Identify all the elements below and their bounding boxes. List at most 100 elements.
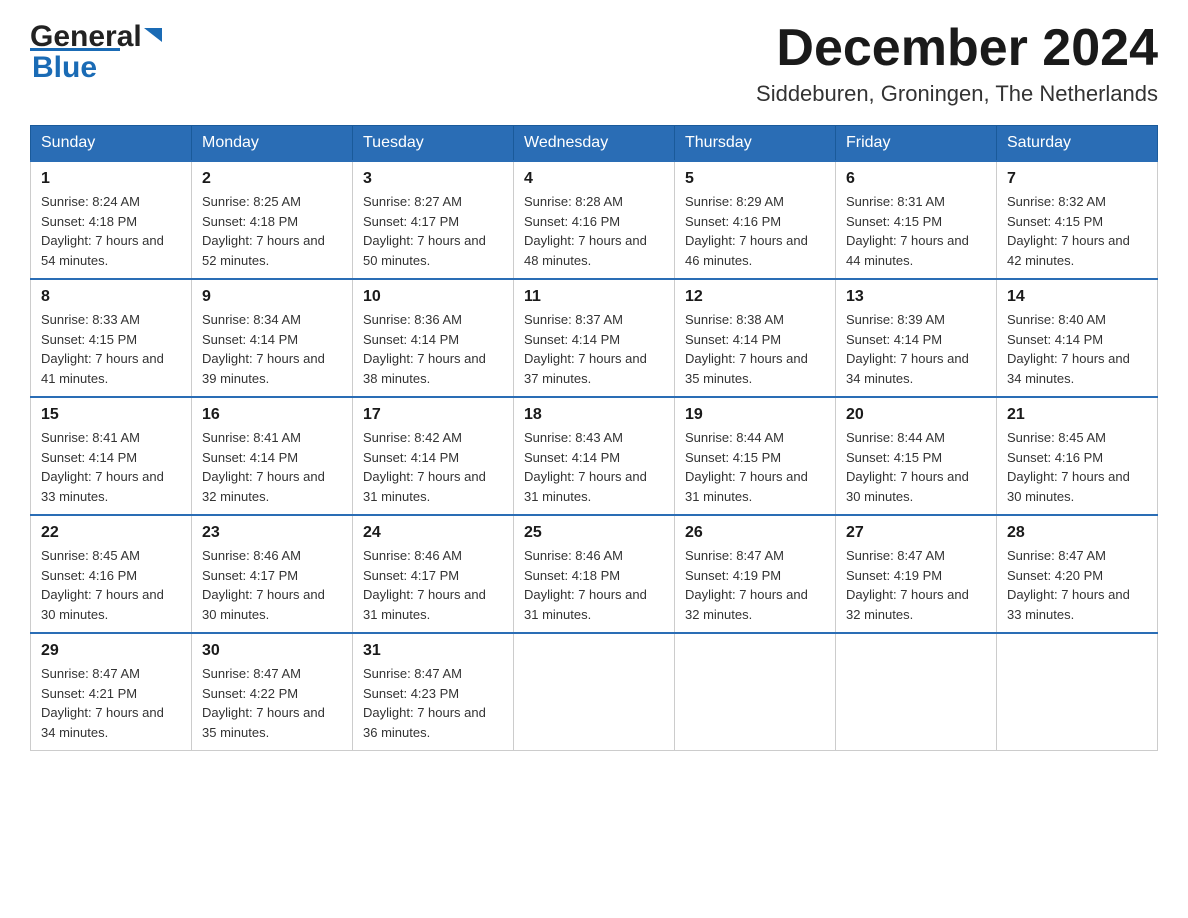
day-info: Sunrise: 8:43 AMSunset: 4:14 PMDaylight:…	[524, 428, 664, 506]
day-number: 6	[846, 170, 986, 188]
day-info: Sunrise: 8:47 AMSunset: 4:22 PMDaylight:…	[202, 664, 342, 742]
day-info: Sunrise: 8:24 AMSunset: 4:18 PMDaylight:…	[41, 192, 181, 270]
day-number: 7	[1007, 170, 1147, 188]
day-info: Sunrise: 8:47 AMSunset: 4:19 PMDaylight:…	[685, 546, 825, 624]
day-info: Sunrise: 8:47 AMSunset: 4:23 PMDaylight:…	[363, 664, 503, 742]
day-info: Sunrise: 8:47 AMSunset: 4:19 PMDaylight:…	[846, 546, 986, 624]
day-info: Sunrise: 8:47 AMSunset: 4:21 PMDaylight:…	[41, 664, 181, 742]
day-number: 24	[363, 524, 503, 542]
day-number: 1	[41, 170, 181, 188]
calendar-cell: 11 Sunrise: 8:37 AMSunset: 4:14 PMDayligh…	[514, 279, 675, 397]
day-info: Sunrise: 8:45 AMSunset: 4:16 PMDaylight:…	[41, 546, 181, 624]
day-number: 19	[685, 406, 825, 424]
day-info: Sunrise: 8:33 AMSunset: 4:15 PMDaylight:…	[41, 310, 181, 388]
day-number: 10	[363, 288, 503, 306]
calendar-cell: 18 Sunrise: 8:43 AMSunset: 4:14 PMDayligh…	[514, 397, 675, 515]
day-info: Sunrise: 8:40 AMSunset: 4:14 PMDaylight:…	[1007, 310, 1147, 388]
day-info: Sunrise: 8:42 AMSunset: 4:14 PMDaylight:…	[363, 428, 503, 506]
day-info: Sunrise: 8:31 AMSunset: 4:15 PMDaylight:…	[846, 192, 986, 270]
day-number: 15	[41, 406, 181, 424]
day-number: 22	[41, 524, 181, 542]
weekday-header-monday: Monday	[192, 126, 353, 162]
day-number: 26	[685, 524, 825, 542]
calendar-cell: 2 Sunrise: 8:25 AMSunset: 4:18 PMDaylight…	[192, 161, 353, 279]
calendar-cell: 29 Sunrise: 8:47 AMSunset: 4:21 PMDayligh…	[31, 633, 192, 751]
day-number: 16	[202, 406, 342, 424]
day-info: Sunrise: 8:41 AMSunset: 4:14 PMDaylight:…	[41, 428, 181, 506]
day-number: 3	[363, 170, 503, 188]
day-number: 25	[524, 524, 664, 542]
calendar-cell: 9 Sunrise: 8:34 AMSunset: 4:14 PMDaylight…	[192, 279, 353, 397]
weekday-header-thursday: Thursday	[675, 126, 836, 162]
day-number: 11	[524, 288, 664, 306]
day-number: 14	[1007, 288, 1147, 306]
calendar-week-row: 1 Sunrise: 8:24 AMSunset: 4:18 PMDaylight…	[31, 161, 1158, 279]
calendar-body: 1 Sunrise: 8:24 AMSunset: 4:18 PMDaylight…	[31, 161, 1158, 751]
day-number: 13	[846, 288, 986, 306]
calendar-cell: 23 Sunrise: 8:46 AMSunset: 4:17 PMDayligh…	[192, 515, 353, 633]
calendar-cell	[997, 633, 1158, 751]
calendar-cell	[514, 633, 675, 751]
calendar-cell: 7 Sunrise: 8:32 AMSunset: 4:15 PMDaylight…	[997, 161, 1158, 279]
month-title: December 2024	[756, 20, 1158, 77]
calendar-cell	[675, 633, 836, 751]
logo: General Blue	[30, 20, 164, 85]
location-subtitle: Siddeburen, Groningen, The Netherlands	[756, 81, 1158, 107]
title-area: December 2024 Siddeburen, Groningen, The…	[756, 20, 1158, 107]
day-number: 17	[363, 406, 503, 424]
day-info: Sunrise: 8:47 AMSunset: 4:20 PMDaylight:…	[1007, 546, 1147, 624]
calendar-cell: 22 Sunrise: 8:45 AMSunset: 4:16 PMDayligh…	[31, 515, 192, 633]
day-number: 8	[41, 288, 181, 306]
day-info: Sunrise: 8:44 AMSunset: 4:15 PMDaylight:…	[846, 428, 986, 506]
weekday-header-friday: Friday	[836, 126, 997, 162]
day-number: 12	[685, 288, 825, 306]
day-number: 2	[202, 170, 342, 188]
calendar-cell: 25 Sunrise: 8:46 AMSunset: 4:18 PMDayligh…	[514, 515, 675, 633]
calendar-cell: 6 Sunrise: 8:31 AMSunset: 4:15 PMDaylight…	[836, 161, 997, 279]
calendar-cell: 17 Sunrise: 8:42 AMSunset: 4:14 PMDayligh…	[353, 397, 514, 515]
day-number: 21	[1007, 406, 1147, 424]
day-number: 29	[41, 642, 181, 660]
calendar-cell: 1 Sunrise: 8:24 AMSunset: 4:18 PMDaylight…	[31, 161, 192, 279]
day-number: 31	[363, 642, 503, 660]
weekday-header-tuesday: Tuesday	[353, 126, 514, 162]
calendar-week-row: 15 Sunrise: 8:41 AMSunset: 4:14 PMDayligh…	[31, 397, 1158, 515]
day-info: Sunrise: 8:25 AMSunset: 4:18 PMDaylight:…	[202, 192, 342, 270]
day-info: Sunrise: 8:39 AMSunset: 4:14 PMDaylight:…	[846, 310, 986, 388]
calendar-cell: 31 Sunrise: 8:47 AMSunset: 4:23 PMDayligh…	[353, 633, 514, 751]
calendar-cell: 14 Sunrise: 8:40 AMSunset: 4:14 PMDayligh…	[997, 279, 1158, 397]
calendar-cell: 27Sunrise: 8:47 AMSunset: 4:19 PMDayligh…	[836, 515, 997, 633]
day-number: 23	[202, 524, 342, 542]
logo-blue: Blue	[32, 51, 97, 84]
calendar-cell: 16Sunrise: 8:41 AMSunset: 4:14 PMDayligh…	[192, 397, 353, 515]
calendar-cell: 13 Sunrise: 8:39 AMSunset: 4:14 PMDayligh…	[836, 279, 997, 397]
calendar-cell: 3Sunrise: 8:27 AMSunset: 4:17 PMDaylight…	[353, 161, 514, 279]
calendar-table: SundayMondayTuesdayWednesdayThursdayFrid…	[30, 125, 1158, 751]
day-info: Sunrise: 8:34 AMSunset: 4:14 PMDaylight:…	[202, 310, 342, 388]
calendar-cell: 30 Sunrise: 8:47 AMSunset: 4:22 PMDayligh…	[192, 633, 353, 751]
calendar-cell: 8 Sunrise: 8:33 AMSunset: 4:15 PMDaylight…	[31, 279, 192, 397]
calendar-week-row: 22 Sunrise: 8:45 AMSunset: 4:16 PMDayligh…	[31, 515, 1158, 633]
day-info: Sunrise: 8:36 AMSunset: 4:14 PMDaylight:…	[363, 310, 503, 388]
day-info: Sunrise: 8:46 AMSunset: 4:18 PMDaylight:…	[524, 546, 664, 624]
calendar-cell: 5Sunrise: 8:29 AMSunset: 4:16 PMDaylight…	[675, 161, 836, 279]
calendar-cell: 15 Sunrise: 8:41 AMSunset: 4:14 PMDayligh…	[31, 397, 192, 515]
day-number: 28	[1007, 524, 1147, 542]
calendar-week-row: 29 Sunrise: 8:47 AMSunset: 4:21 PMDayligh…	[31, 633, 1158, 751]
calendar-cell: 20Sunrise: 8:44 AMSunset: 4:15 PMDayligh…	[836, 397, 997, 515]
calendar-cell: 10 Sunrise: 8:36 AMSunset: 4:14 PMDayligh…	[353, 279, 514, 397]
day-number: 9	[202, 288, 342, 306]
day-number: 30	[202, 642, 342, 660]
calendar-week-row: 8 Sunrise: 8:33 AMSunset: 4:15 PMDaylight…	[31, 279, 1158, 397]
weekday-header-wednesday: Wednesday	[514, 126, 675, 162]
day-info: Sunrise: 8:46 AMSunset: 4:17 PMDaylight:…	[202, 546, 342, 624]
day-info: Sunrise: 8:38 AMSunset: 4:14 PMDaylight:…	[685, 310, 825, 388]
day-info: Sunrise: 8:46 AMSunset: 4:17 PMDaylight:…	[363, 546, 503, 624]
day-info: Sunrise: 8:29 AMSunset: 4:16 PMDaylight:…	[685, 192, 825, 270]
day-info: Sunrise: 8:32 AMSunset: 4:15 PMDaylight:…	[1007, 192, 1147, 270]
day-number: 4	[524, 170, 664, 188]
day-number: 18	[524, 406, 664, 424]
calendar-cell: 28 Sunrise: 8:47 AMSunset: 4:20 PMDayligh…	[997, 515, 1158, 633]
calendar-cell: 19Sunrise: 8:44 AMSunset: 4:15 PMDayligh…	[675, 397, 836, 515]
day-info: Sunrise: 8:37 AMSunset: 4:14 PMDaylight:…	[524, 310, 664, 388]
